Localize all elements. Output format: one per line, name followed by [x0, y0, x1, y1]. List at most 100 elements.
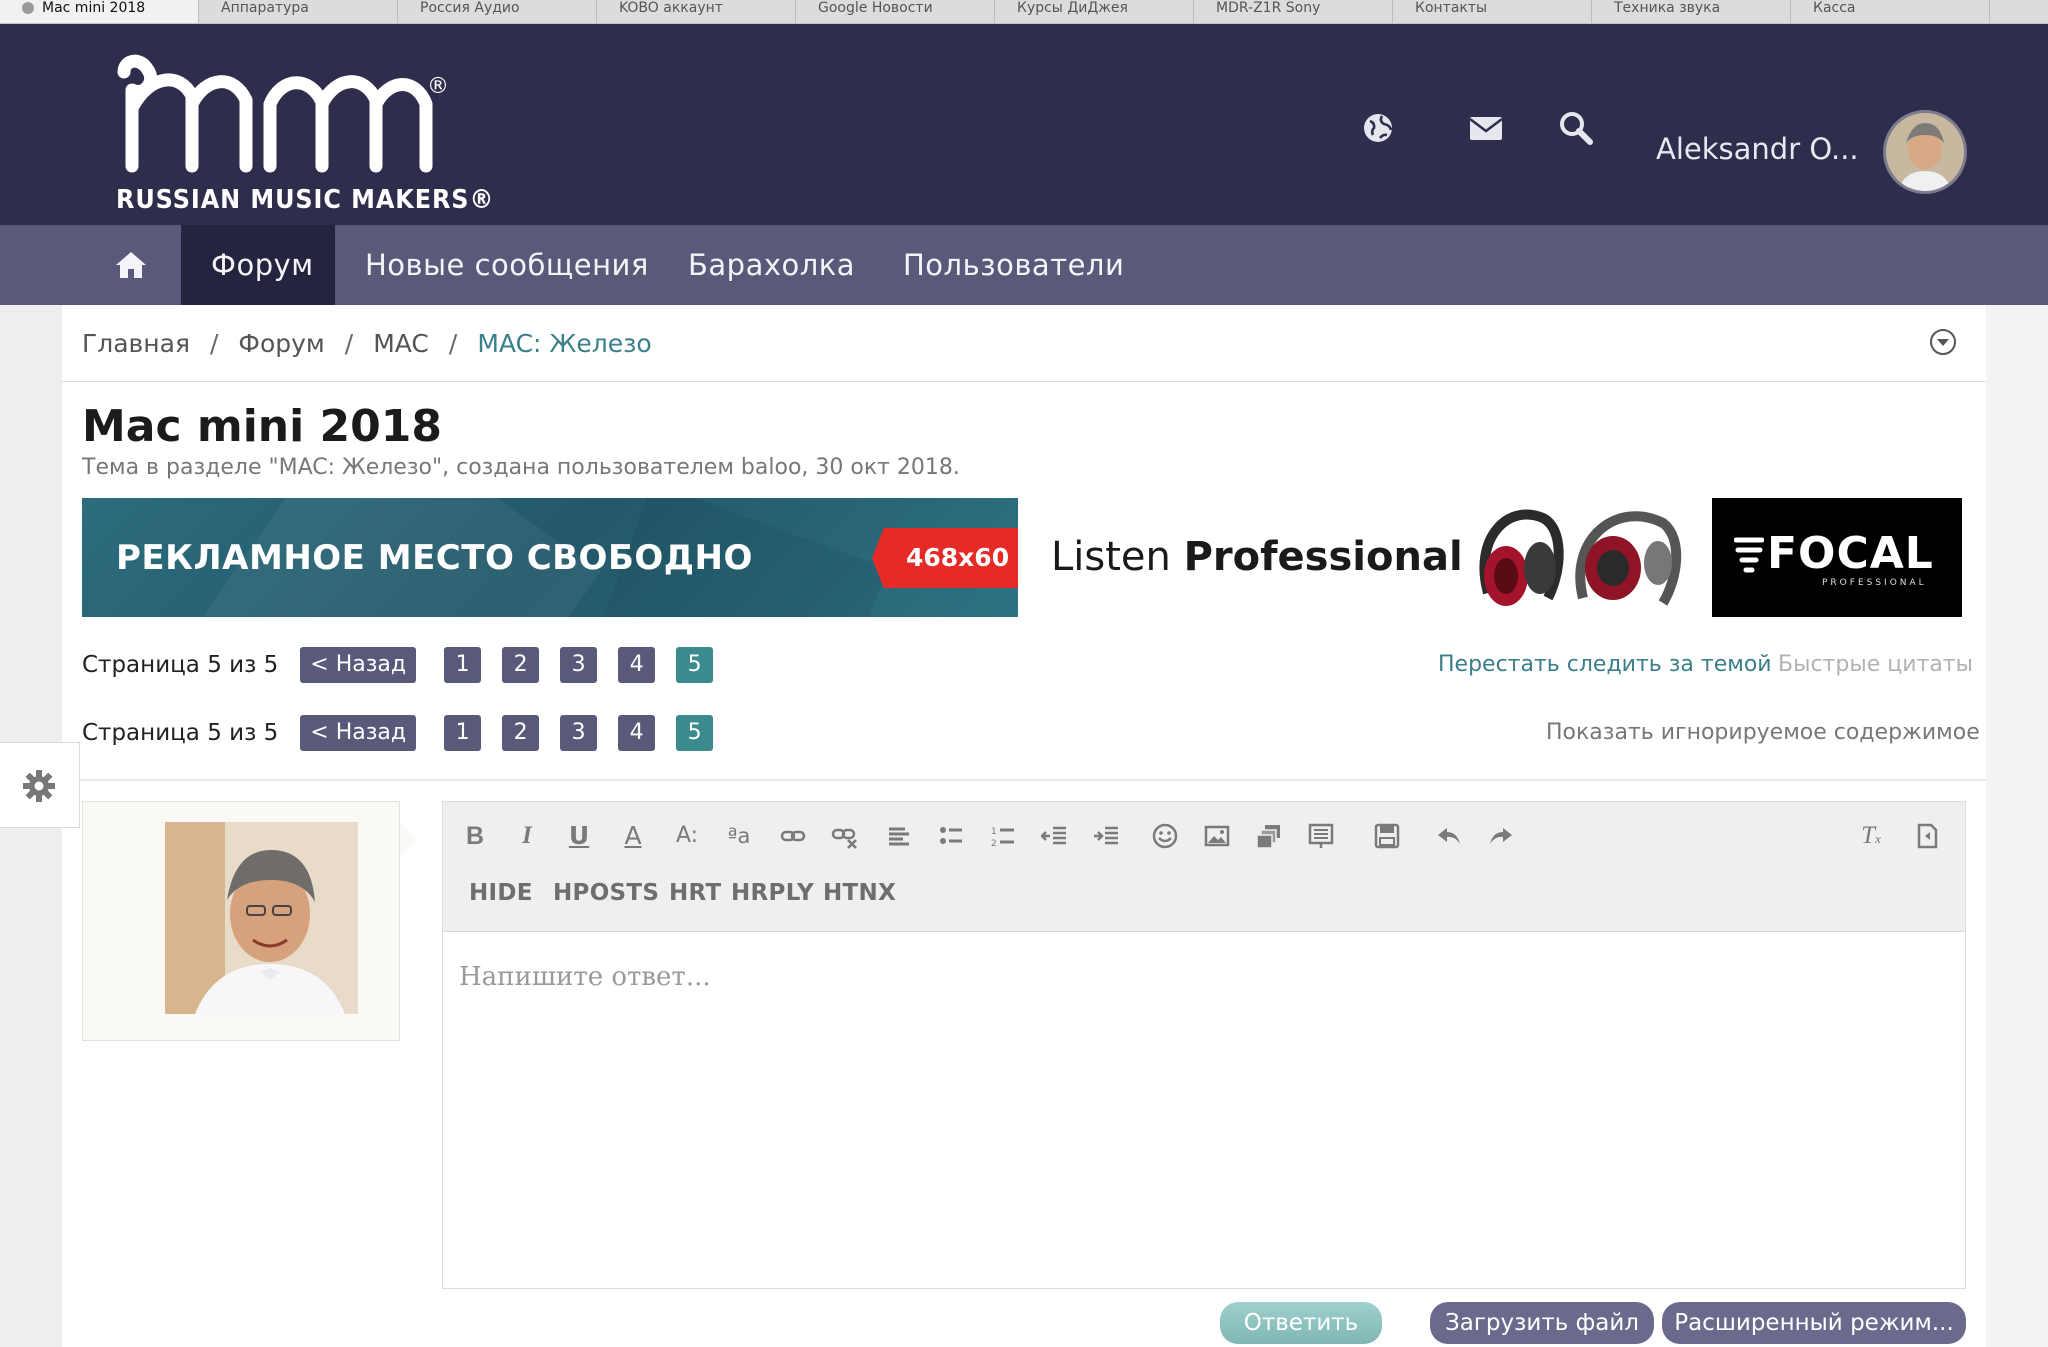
- toggle-bbcode-icon[interactable]: [1911, 820, 1943, 852]
- breadcrumb-separator: /: [344, 329, 354, 358]
- pagination-page-4[interactable]: 4: [618, 715, 656, 751]
- browser-tab[interactable]: Аппаратура: [199, 0, 398, 23]
- breadcrumb-item[interactable]: MAC: [373, 329, 429, 358]
- image-icon[interactable]: [1201, 820, 1233, 852]
- redo-icon[interactable]: [1485, 820, 1517, 852]
- reply-textarea-placeholder[interactable]: Напишите ответ...: [459, 962, 711, 992]
- reply-editor: B I U A A: ªa 12 Tx HIDE HPOSTS HRT HRPL…: [442, 801, 1966, 1289]
- indent-icon[interactable]: [1091, 820, 1123, 852]
- pagination-page-4[interactable]: 4: [618, 647, 656, 683]
- save-draft-icon[interactable]: [1371, 820, 1403, 852]
- pagination-page-3[interactable]: 3: [560, 647, 598, 683]
- ad-banner-text: РЕКЛАМНОЕ МЕСТО СВОБОДНО: [116, 538, 753, 578]
- browser-tab-label: Mac mini 2018: [42, 0, 146, 16]
- hrply-bbcode-button[interactable]: HRPLY: [731, 880, 814, 906]
- hrt-bbcode-button[interactable]: HRT: [669, 880, 722, 906]
- pagination-bottom: Страница 5 из 5 < Назад 1 2 3 4 5: [82, 713, 734, 753]
- reply-button[interactable]: Ответить: [1220, 1302, 1382, 1344]
- focal-slogan: Listen Professional: [1051, 534, 1463, 580]
- bullet-list-icon[interactable]: [935, 820, 967, 852]
- browser-tab[interactable]: Mac mini 2018: [0, 0, 199, 23]
- author-avatar[interactable]: [165, 822, 358, 1014]
- breadcrumb-separator: /: [448, 329, 458, 358]
- pagination-page-2[interactable]: 2: [502, 715, 540, 751]
- smilie-icon[interactable]: [1149, 820, 1181, 852]
- browser-tab[interactable]: Касса: [1791, 0, 1990, 23]
- home-icon[interactable]: [114, 249, 148, 281]
- breadcrumb-item[interactable]: Форум: [238, 329, 324, 358]
- pagination-back-button[interactable]: < Назад: [300, 715, 417, 751]
- user-menu-name[interactable]: Aleksandr O...: [1656, 132, 1859, 166]
- pagination-page-1[interactable]: 1: [444, 647, 482, 683]
- author-photo: [165, 822, 358, 1014]
- media-icon[interactable]: [1253, 820, 1285, 852]
- breadcrumb-separator: /: [209, 329, 219, 358]
- hposts-bbcode-button[interactable]: HPOSTS: [553, 880, 659, 906]
- pagination-back-button[interactable]: < Назад: [300, 647, 417, 683]
- pagination-page-2[interactable]: 2: [502, 647, 540, 683]
- thread-description: Тема в разделе "MAC: Железо", создана по…: [82, 455, 960, 480]
- bold-icon[interactable]: B: [459, 820, 491, 852]
- code-icon[interactable]: [1305, 820, 1337, 852]
- logo-mark: [117, 54, 433, 173]
- globe-icon[interactable]: [1358, 108, 1398, 148]
- browser-tab[interactable]: Контакты: [1393, 0, 1592, 23]
- nav-item-members[interactable]: Пользователи: [873, 225, 1154, 305]
- focal-logo-subtext: PROFESSIONAL: [1822, 578, 1927, 588]
- browser-tab[interactable]: Техника звука: [1592, 0, 1791, 23]
- numbered-list-icon[interactable]: 12: [987, 820, 1019, 852]
- site-logo[interactable]: ® RUSSIAN MUSIC MAKERS®: [110, 48, 493, 228]
- font-size-icon[interactable]: A:: [671, 820, 703, 852]
- pagination-page-current[interactable]: 5: [676, 647, 714, 683]
- pagination-page-1[interactable]: 1: [444, 715, 482, 751]
- pagination-page-current[interactable]: 5: [676, 715, 714, 751]
- text-color-icon[interactable]: A: [617, 820, 649, 852]
- browser-tab[interactable]: Google Новости: [796, 0, 995, 23]
- upload-file-button[interactable]: Загрузить файл: [1430, 1302, 1654, 1344]
- svg-text:2: 2: [991, 839, 997, 849]
- focal-slogan-light: Listen: [1051, 534, 1184, 580]
- underline-icon[interactable]: U: [563, 820, 595, 852]
- ad-banner-vacant[interactable]: РЕКЛАМНОЕ МЕСТО СВОБОДНО 468x60: [82, 498, 1018, 617]
- site-header: ® RUSSIAN MUSIC MAKERS® Aleksandr O...: [0, 24, 2048, 225]
- envelope-icon[interactable]: [1466, 108, 1506, 148]
- search-icon[interactable]: [1556, 108, 1596, 148]
- unwatch-thread-link[interactable]: Перестать следить за темой: [1438, 652, 1772, 677]
- remove-format-icon[interactable]: Tx: [1855, 820, 1887, 852]
- nav-item-marketplace[interactable]: Барахолка: [658, 225, 885, 305]
- advanced-mode-button[interactable]: Расширенный режим...: [1662, 1302, 1966, 1344]
- ad-banner-focal[interactable]: Listen Professional FOCAL PROFESSIONAL: [1018, 498, 1962, 617]
- breadcrumb-item[interactable]: Главная: [82, 329, 190, 358]
- breadcrumb-current[interactable]: MAC: Железо: [477, 329, 651, 358]
- pagination-top: Страница 5 из 5 < Назад 1 2 3 4 5: [82, 645, 734, 685]
- font-family-icon[interactable]: ªa: [723, 820, 755, 852]
- author-pointer: [400, 821, 416, 857]
- focal-logo-mark: [1734, 537, 1764, 573]
- browser-tab[interactable]: MDR-Z1R Sony: [1194, 0, 1393, 23]
- focal-slogan-bold: Professional: [1183, 534, 1463, 580]
- unlink-icon[interactable]: [829, 820, 861, 852]
- align-icon[interactable]: [883, 820, 915, 852]
- link-icon[interactable]: [777, 820, 809, 852]
- pagination-page-3[interactable]: 3: [560, 715, 598, 751]
- undo-icon[interactable]: [1433, 820, 1465, 852]
- pagination-label: Страница 5 из 5: [82, 652, 279, 678]
- htnx-bbcode-button[interactable]: HTNX: [823, 880, 896, 906]
- quick-quotes-link[interactable]: Быстрые цитаты: [1778, 652, 1973, 677]
- ad-size-tag: 468x60: [872, 528, 1018, 588]
- nav-item-forum[interactable]: Форум: [181, 225, 335, 305]
- hide-bbcode-button[interactable]: HIDE: [469, 880, 533, 906]
- style-settings-widget[interactable]: [0, 742, 80, 828]
- user-avatar[interactable]: [1883, 110, 1967, 194]
- browser-tab[interactable]: Курсы ДиДжея: [995, 0, 1194, 23]
- breadcrumb-jump-icon[interactable]: [1928, 327, 1958, 357]
- show-ignored-link[interactable]: Показать игнорируемое содержимое: [1546, 720, 1980, 745]
- browser-tab[interactable]: KOBO аккаунт: [597, 0, 796, 23]
- italic-icon[interactable]: I: [511, 820, 543, 852]
- nav-item-new-posts[interactable]: Новые сообщения: [335, 225, 679, 305]
- breadcrumb: Главная / Форум / MAC / MAC: Железо: [82, 329, 652, 358]
- headphones-image: [1479, 509, 1682, 606]
- outdent-icon[interactable]: [1039, 820, 1071, 852]
- browser-tab-strip: Mac mini 2018 Аппаратура Россия Аудио KO…: [0, 0, 2048, 24]
- browser-tab[interactable]: Россия Аудио: [398, 0, 597, 23]
